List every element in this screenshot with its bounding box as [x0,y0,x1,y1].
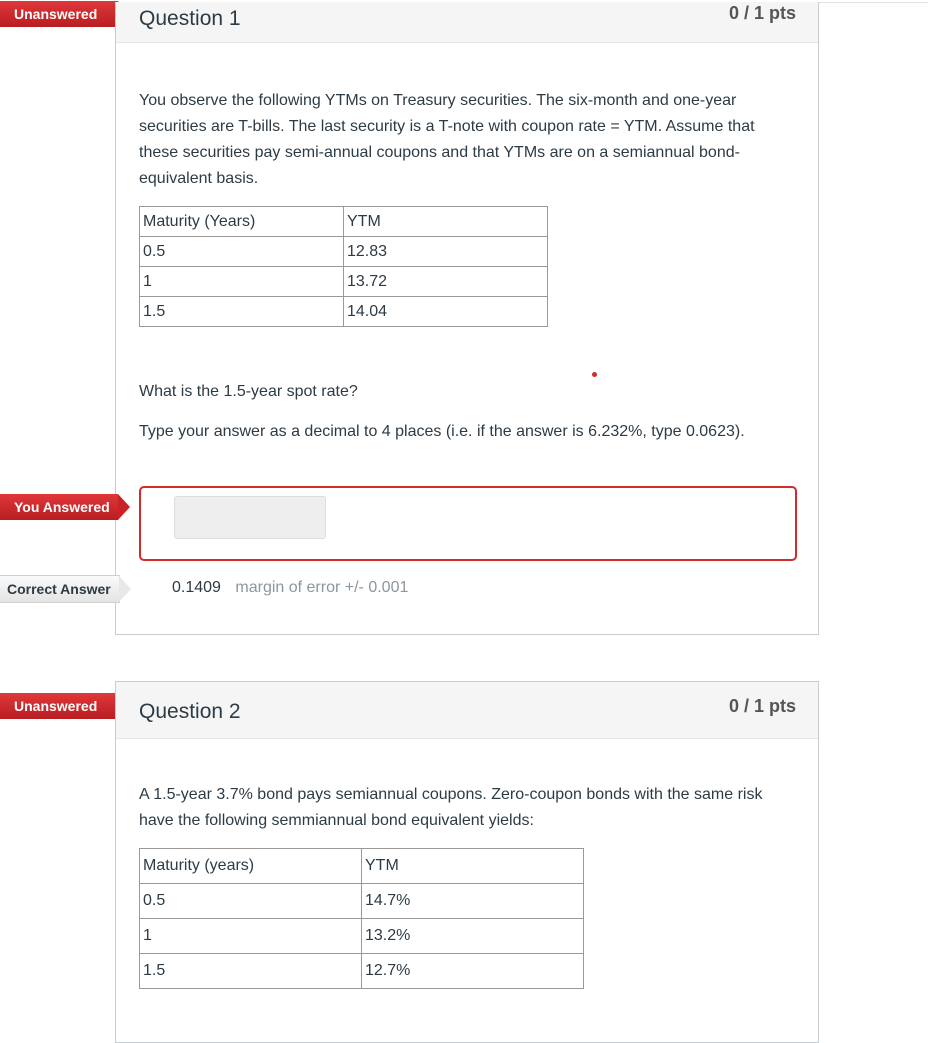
question-text: A 1.5-year 3.7% bond pays semiannual cou… [139,786,763,829]
question-header: Question 2 0 / 1 pts [116,682,818,739]
table-row: 1 13.72 [139,266,548,297]
table-header: Maturity (Years) [139,206,344,237]
table-cell: 1 [139,918,362,954]
ytm-table: Maturity (Years) YTM 0.5 12.83 1 13.72 1… [139,206,548,327]
table-cell: 0.5 [139,236,344,267]
red-dot-marker [592,372,597,377]
question-points: 0 / 1 pts [728,3,796,23]
answer-input[interactable] [174,496,326,539]
table-row: 0.5 12.83 [139,236,548,267]
table-cell: 1.5 [139,296,344,327]
correct-answer: 0.1409 margin of error +/- 0.001 [172,579,408,597]
unanswered-flag: Unanswered [0,693,130,719]
your-answer-box [139,486,797,561]
table-cell: 1.5 [139,953,362,989]
correct-answer-flag: Correct Answer [0,575,131,603]
table-cell: 12.7% [361,953,584,989]
table-row: 0.5 14.7% [139,883,584,919]
table-cell: 1 [139,266,344,297]
margin-of-error-value: +/- 0.001 [344,579,409,596]
question-prompt: What is the 1.5-year spot rate? [139,383,358,400]
correct-answer-value: 0.1409 [172,579,221,596]
table-cell: 14.04 [343,296,548,327]
table-header: YTM [343,206,548,237]
question-title: Question 2 [139,700,241,723]
question-2: Question 2 0 / 1 pts A 1.5-year 3.7% bon… [115,681,819,1043]
question-title: Question 1 [139,7,241,30]
table-header-row: Maturity (years) YTM [139,848,584,884]
table-cell: 13.72 [343,266,548,297]
table-cell: 13.2% [361,918,584,954]
table-header: Maturity (years) [139,848,362,884]
table-row: 1 13.2% [139,918,584,954]
question-header: Question 1 0 / 1 pts [116,2,818,43]
ytm-table: Maturity (years) YTM 0.5 14.7% 1 13.2% 1… [139,848,584,989]
you-answered-flag: You Answered [0,494,130,520]
table-cell: 14.7% [361,883,584,919]
question-1: Question 1 0 / 1 pts You observe the fol… [115,2,819,635]
margin-of-error-label: margin of error [235,579,341,596]
table-row: 1.5 14.04 [139,296,548,327]
table-cell: 0.5 [139,883,362,919]
question-text: You observe the following YTMs on Treasu… [139,92,755,187]
table-header-row: Maturity (Years) YTM [139,206,548,237]
table-row: 1.5 12.7% [139,953,584,989]
question-instruction: Type your answer as a decimal to 4 place… [139,423,745,440]
question-points: 0 / 1 pts [728,696,796,716]
table-cell: 12.83 [343,236,548,267]
unanswered-flag: Unanswered [0,1,130,27]
table-header: YTM [361,848,584,884]
